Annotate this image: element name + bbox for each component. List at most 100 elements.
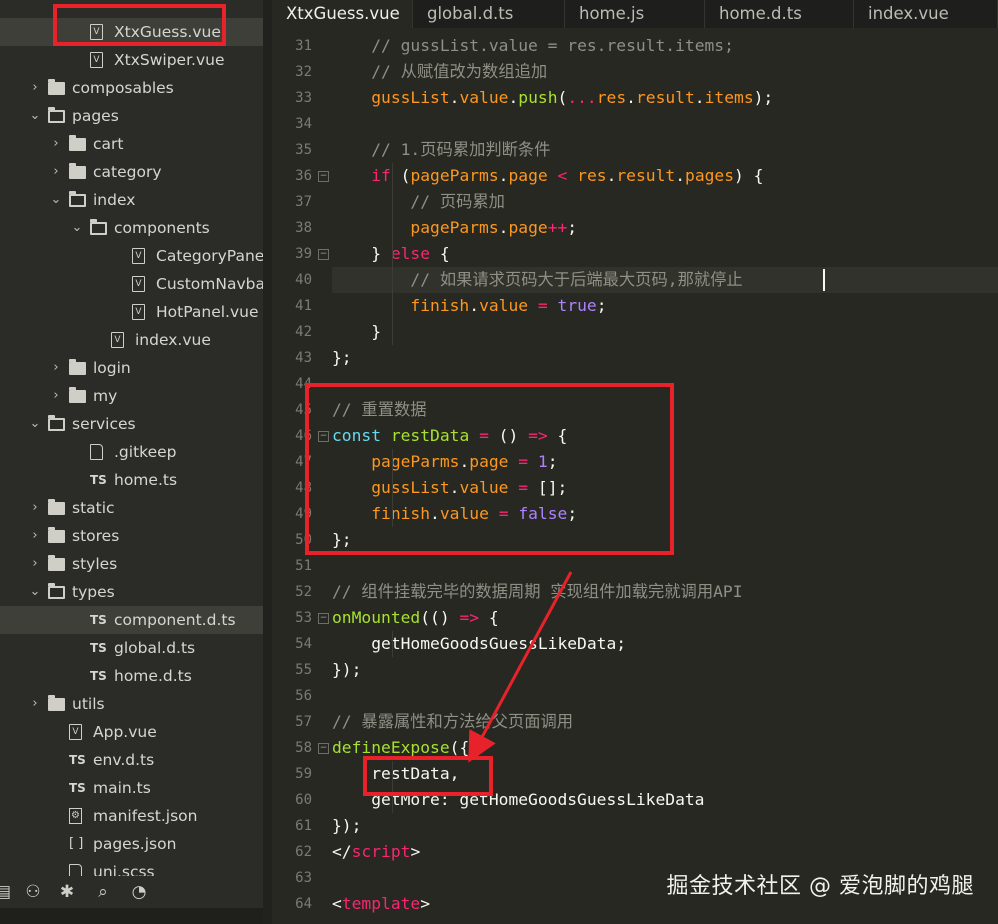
debug-icon[interactable]: ✱ (56, 882, 78, 902)
tree-item-label: component.d.ts (114, 611, 236, 629)
tab-home-js[interactable]: home.js (565, 0, 705, 28)
code-line[interactable]: if (pageParms.page < res.result.pages) { (332, 163, 763, 189)
tab-global-d-ts[interactable]: global.d.ts (413, 0, 565, 28)
chevron-right-icon[interactable]: › (49, 354, 63, 382)
file-icon (90, 444, 103, 460)
folder-icon (48, 107, 65, 123)
tree-item-label: HotPanel.vue (156, 303, 259, 321)
tab-label: index.vue (868, 4, 949, 23)
folder-icon (69, 191, 86, 207)
code-line[interactable]: }); (332, 657, 361, 683)
tree-item[interactable]: ⌄ index (0, 186, 263, 214)
tree-item-label: services (72, 415, 136, 433)
tab-xtxguess[interactable]: XtxGuess.vue (272, 0, 413, 28)
code-line[interactable]: </script> (332, 839, 420, 865)
tree-item[interactable]: › category (0, 158, 263, 186)
code-line[interactable]: // 1.页码累加判断条件 (332, 137, 550, 163)
tree-item[interactable]: V CustomNavbar... (0, 270, 263, 298)
tree-item[interactable]: ⌄ services (0, 410, 263, 438)
tree-item[interactable]: .gitkeep (0, 438, 263, 466)
tree-item[interactable]: › composables (0, 74, 263, 102)
code-line[interactable]: pageParms.page++; (332, 215, 577, 241)
chevron-down-icon[interactable]: ⌄ (28, 578, 42, 606)
tree-item[interactable]: › login (0, 354, 263, 382)
code-line[interactable]: // 页码累加 (332, 189, 505, 215)
chevron-right-icon[interactable]: › (28, 550, 42, 578)
tab-index-vue[interactable]: index.vue (854, 0, 998, 28)
tree-item[interactable]: TS global.d.ts (0, 634, 263, 662)
code-line[interactable]: }); (332, 813, 361, 839)
tree-item[interactable]: [ ] pages.json (0, 830, 263, 858)
search-icon[interactable]: ⌕ (92, 882, 114, 902)
tree-item[interactable]: TS home.ts (0, 466, 263, 494)
tree-item[interactable]: › static (0, 494, 263, 522)
code-line[interactable]: }; (332, 345, 352, 371)
tree-item[interactable]: ⌄ components (0, 214, 263, 242)
line-number: 59 (295, 766, 312, 782)
chevron-right-icon[interactable]: › (49, 382, 63, 410)
tree-item[interactable]: TS env.d.ts (0, 746, 263, 774)
tree-item[interactable]: V App.vue (0, 718, 263, 746)
chevron-right-icon[interactable]: › (49, 130, 63, 158)
chevron-down-icon[interactable]: ⌄ (49, 186, 63, 214)
folder-icon (48, 527, 65, 543)
tree-item[interactable]: › cart (0, 130, 263, 158)
tree-item-label: stores (72, 527, 120, 545)
tree-item-label: index.vue (135, 331, 211, 349)
tree-item[interactable]: V HotPanel.vue (0, 298, 263, 326)
fold-toggle-icon[interactable]: − (318, 743, 329, 754)
file-explorer: V XtxGuess.vue V XtxSwiper.vue › composables ⌄… (0, 0, 263, 924)
tree-item-label: styles (72, 555, 118, 573)
tree-item-label: XtxSwiper.vue (114, 51, 225, 69)
tree-item[interactable]: TS component.d.ts (0, 606, 263, 634)
tab-label: XtxGuess.vue (286, 4, 400, 23)
tree-item[interactable]: › my (0, 382, 263, 410)
tree-item[interactable]: V XtxSwiper.vue (0, 46, 263, 74)
tree-item[interactable]: › stores (0, 522, 263, 550)
tree-item[interactable]: › utils (0, 690, 263, 718)
tab-home-d-ts[interactable]: home.d.ts (705, 0, 854, 28)
tree-item[interactable]: ⌄ pages (0, 102, 263, 130)
chevron-right-icon[interactable]: › (28, 74, 42, 102)
code-line[interactable]: } (332, 319, 381, 345)
extensions-icon[interactable]: ⚇ (22, 882, 44, 902)
code-line[interactable]: // 暴露属性和方法给父页面调用 (332, 709, 573, 735)
tree-item[interactable]: ⌄ types (0, 578, 263, 606)
chevron-right-icon[interactable]: › (49, 158, 63, 186)
code-line[interactable]: // 组件挂载完毕的数据周期 实现组件加载完就调用API (332, 579, 743, 605)
plugin-icon[interactable]: ◔ (128, 882, 150, 902)
tree-item[interactable]: Vindex.vue (0, 326, 263, 354)
tree-item-label: env.d.ts (93, 751, 155, 769)
code-line[interactable]: gussList.value.push(...res.result.items)… (332, 85, 773, 111)
chevron-right-icon[interactable]: › (28, 494, 42, 522)
code-line[interactable]: finish.value = true; (332, 293, 606, 319)
line-number: 62 (295, 844, 312, 860)
code-line[interactable]: getHomeGoodsGuessLikeData; (332, 631, 626, 657)
chevron-down-icon[interactable]: ⌄ (28, 102, 42, 130)
fold-toggle-icon[interactable]: − (318, 249, 329, 260)
chevron-down-icon[interactable]: ⌄ (28, 410, 42, 438)
folder-icon (69, 135, 86, 151)
sidebar-divider[interactable] (263, 0, 272, 924)
chevron-down-icon[interactable]: ⌄ (70, 214, 84, 242)
tree-item[interactable]: TS main.ts (0, 774, 263, 802)
code-line[interactable]: // gussList.value = res.result.items; (332, 33, 734, 59)
tree-item[interactable]: TS home.d.ts (0, 662, 263, 690)
line-number: 38 (295, 220, 312, 236)
code-line[interactable]: // 如果请求页码大于后端最大页码,那就停止 (332, 267, 742, 293)
code-line[interactable]: <template> (332, 891, 430, 917)
explorer-icon[interactable]: ▤ (0, 882, 14, 902)
tree-item[interactable]: ⚙ manifest.json (0, 802, 263, 830)
vue-file-icon: V (111, 332, 124, 348)
tree-item[interactable]: › styles (0, 550, 263, 578)
sidebar-toolbar: ▤ ⚇ ✱ ⌕ ◔ (0, 876, 263, 908)
chevron-right-icon[interactable]: › (28, 690, 42, 718)
code-line[interactable]: // 从赋值改为数组追加 (332, 59, 547, 85)
code-line[interactable]: } else { (332, 241, 449, 267)
fold-toggle-icon[interactable]: − (318, 171, 329, 182)
code-line[interactable]: onMounted(() => { (332, 605, 499, 631)
chevron-right-icon[interactable]: › (28, 522, 42, 550)
tree-item[interactable]: V CategoryPanel... (0, 242, 263, 270)
line-number: 55 (295, 662, 312, 678)
fold-toggle-icon[interactable]: − (318, 613, 329, 624)
